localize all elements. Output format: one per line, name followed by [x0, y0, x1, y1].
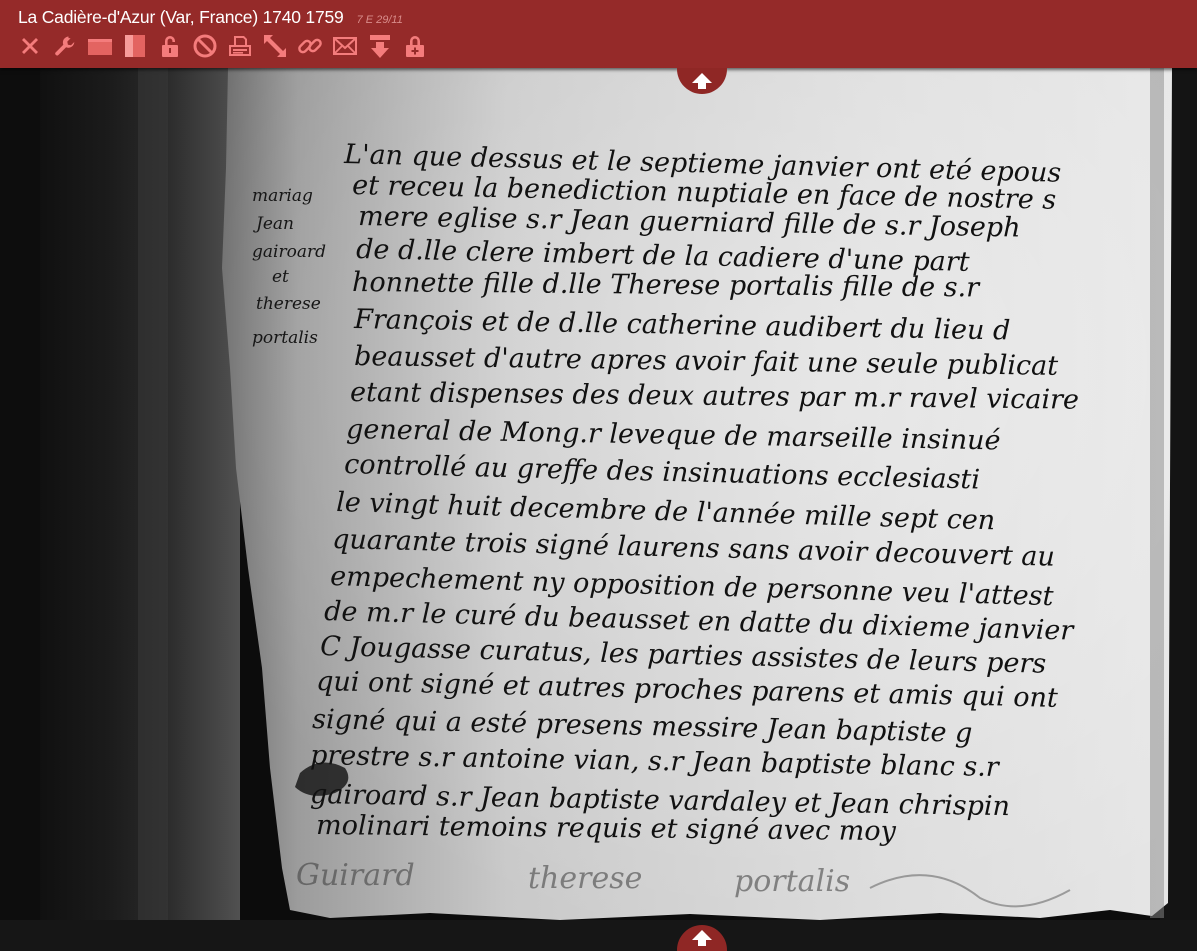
document-viewer[interactable]: mariag Jean gairoard et therese portalis…	[0, 68, 1197, 951]
margin-line: therese	[256, 294, 321, 314]
register-title: La Cadière-d'Azur (Var, France) 1740 175…	[18, 7, 344, 27]
add-lock-button[interactable]	[402, 33, 428, 59]
print-icon	[229, 36, 251, 56]
settings-button[interactable]	[52, 33, 78, 59]
portrait-view-icon	[125, 35, 145, 57]
lock-plus-icon	[406, 36, 424, 57]
title-row: La Cadière-d'Azur (Var, France) 1740 175…	[18, 7, 403, 28]
viewer-header: La Cadière-d'Azur (Var, France) 1740 175…	[0, 0, 1197, 68]
email-button[interactable]	[332, 33, 358, 59]
act-line: honnette fille d.lle Therese portalis fi…	[352, 267, 981, 303]
arrow-up-icon	[692, 73, 712, 89]
forbidden-icon	[193, 34, 217, 58]
unlock-icon	[162, 36, 178, 57]
margin-line: et	[272, 267, 289, 287]
block-button[interactable]	[192, 33, 218, 59]
unlock-button[interactable]	[157, 33, 183, 59]
landscape-view-button[interactable]	[87, 33, 113, 59]
link-button[interactable]	[297, 33, 323, 59]
margin-line: mariag	[252, 186, 313, 206]
margin-line: portalis	[252, 328, 318, 348]
arrow-up-icon	[692, 930, 712, 946]
link-icon	[298, 38, 322, 54]
portrait-view-button[interactable]	[122, 33, 148, 59]
signature: therese	[528, 861, 642, 896]
download-button[interactable]	[367, 33, 393, 59]
toolbar	[17, 33, 428, 59]
close-button[interactable]	[17, 33, 43, 59]
signature: Guirard	[296, 858, 415, 893]
print-button[interactable]	[227, 33, 253, 59]
register-cote: 7 E 29/11	[356, 14, 403, 26]
download-icon	[370, 35, 390, 58]
scanned-register-page: mariag Jean gairoard et therese portalis…	[0, 68, 1197, 951]
signatures: Guirard therese portalis	[296, 858, 850, 899]
act-line: molinari temoins requis et signé avec mo…	[316, 810, 897, 847]
resize-icon	[264, 35, 286, 57]
resize-button[interactable]	[262, 33, 288, 59]
signature: portalis	[734, 864, 850, 899]
wrench-icon	[55, 36, 75, 56]
landscape-view-icon	[88, 39, 112, 55]
mail-icon	[333, 37, 357, 55]
margin-line: gairoard	[252, 242, 326, 262]
close-icon	[22, 38, 38, 54]
margin-line: Jean	[253, 214, 294, 234]
